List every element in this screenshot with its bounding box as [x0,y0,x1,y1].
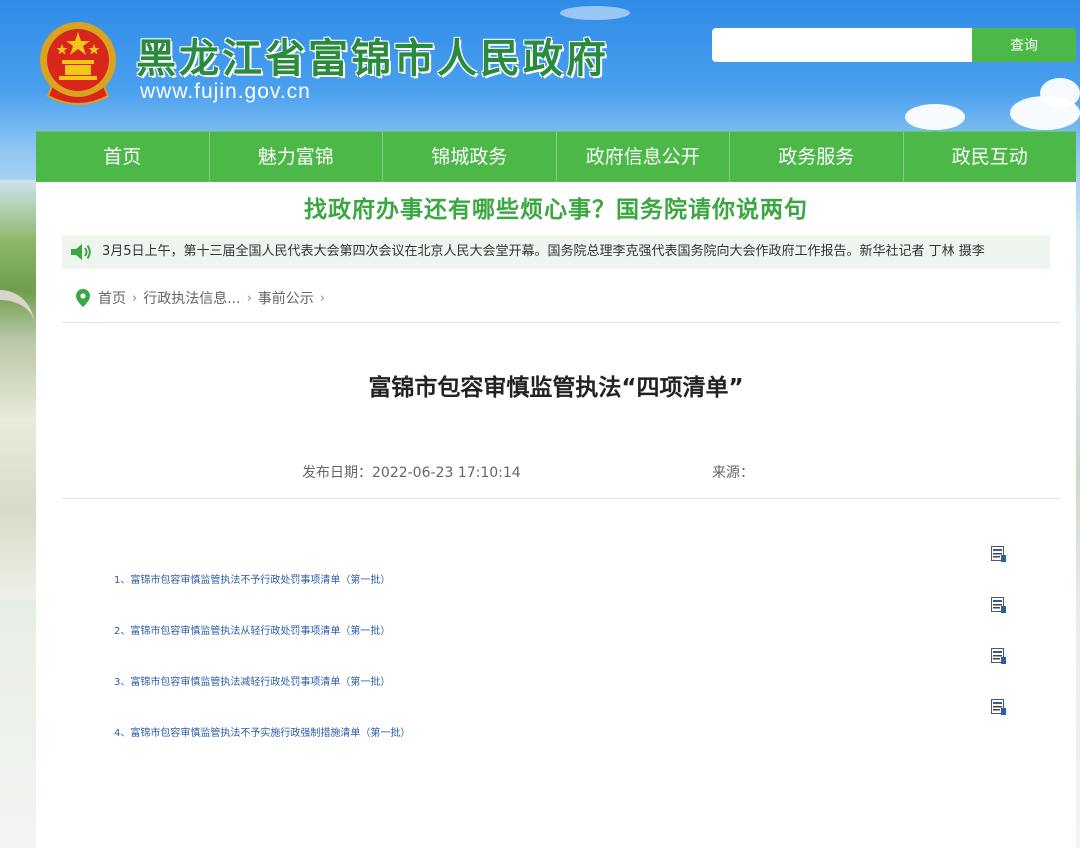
nav-item-gov-services[interactable]: 政务服务 [730,132,904,183]
breadcrumb-separator: › [319,290,325,306]
article-source: 来源： [712,465,754,481]
attachment-link-2[interactable]: 2、富锦市包容审慎监管执法从轻行政处罚事项清单（第一批） [114,622,390,637]
cloud-decoration [560,6,630,20]
speaker-icon [71,244,91,260]
document-icon[interactable] [991,546,1006,562]
nav-item-interaction[interactable]: 政民互动 [904,132,1077,183]
cloud-decoration [1040,78,1080,108]
search-input[interactable] [712,28,972,62]
attachment-link-1[interactable]: 1、富锦市包容审慎监管执法不予行政处罚事项清单（第一批） [114,571,390,586]
breadcrumb-home[interactable]: 首页 [98,288,126,308]
document-icon[interactable] [991,597,1006,613]
location-pin-icon [76,289,90,307]
article-title: 富锦市包容审慎监管执法“四项清单” [368,375,744,401]
divider [62,498,1060,499]
content-panel: 找政府办事还有哪些烦心事？国务院请你说两句 3月5日上午，第十三届全国人民代表大… [36,182,1076,848]
site-domain: www.fujin.gov.cn [140,80,311,103]
main-nav: 首页 魅力富锦 锦城政务 政府信息公开 政务服务 政民互动 [36,131,1076,183]
national-emblem-icon [40,22,116,105]
breadcrumb-separator: › [246,290,252,306]
news-ticker: 3月5日上午，第十三届全国人民代表大会第四次会议在北京人民大会堂开幕。国务院总理… [62,235,1050,269]
nav-item-charm-fujin[interactable]: 魅力富锦 [210,132,383,183]
nav-item-home[interactable]: 首页 [36,132,210,183]
breadcrumb-prior-disclosure[interactable]: 事前公示 [258,288,314,308]
breadcrumb-separator: › [132,290,138,306]
nav-item-city-affairs[interactable]: 锦城政务 [383,132,557,183]
document-icon[interactable] [991,699,1006,715]
site-title: 黑龙江省富锦市人民政府 [136,35,609,82]
ticker-text[interactable]: 3月5日上午，第十三届全国人民代表大会第四次会议在北京人民大会堂开幕。国务院总理… [102,235,985,269]
breadcrumb-enforcement-info[interactable]: 行政执法信息... [143,288,240,308]
background-scenery [0,180,36,600]
breadcrumb: 首页 › 行政执法信息... › 事前公示 › [76,288,331,308]
attachment-link-4[interactable]: 4、富锦市包容审慎监管执法不予实施行政强制措施清单（第一批） [114,724,410,739]
nav-item-info-disclosure[interactable]: 政府信息公开 [557,132,730,183]
divider [62,322,1060,323]
search-button[interactable]: 查询 [972,28,1076,62]
publish-date: 发布日期：2022-06-23 17:10:14 [302,465,521,481]
promo-banner[interactable]: 找政府办事还有哪些烦心事？国务院请你说两句 [36,190,1076,224]
document-icon[interactable] [991,648,1006,664]
cloud-decoration [905,104,965,130]
attachment-link-3[interactable]: 3、富锦市包容审慎监管执法减轻行政处罚事项清单（第一批） [114,673,390,688]
